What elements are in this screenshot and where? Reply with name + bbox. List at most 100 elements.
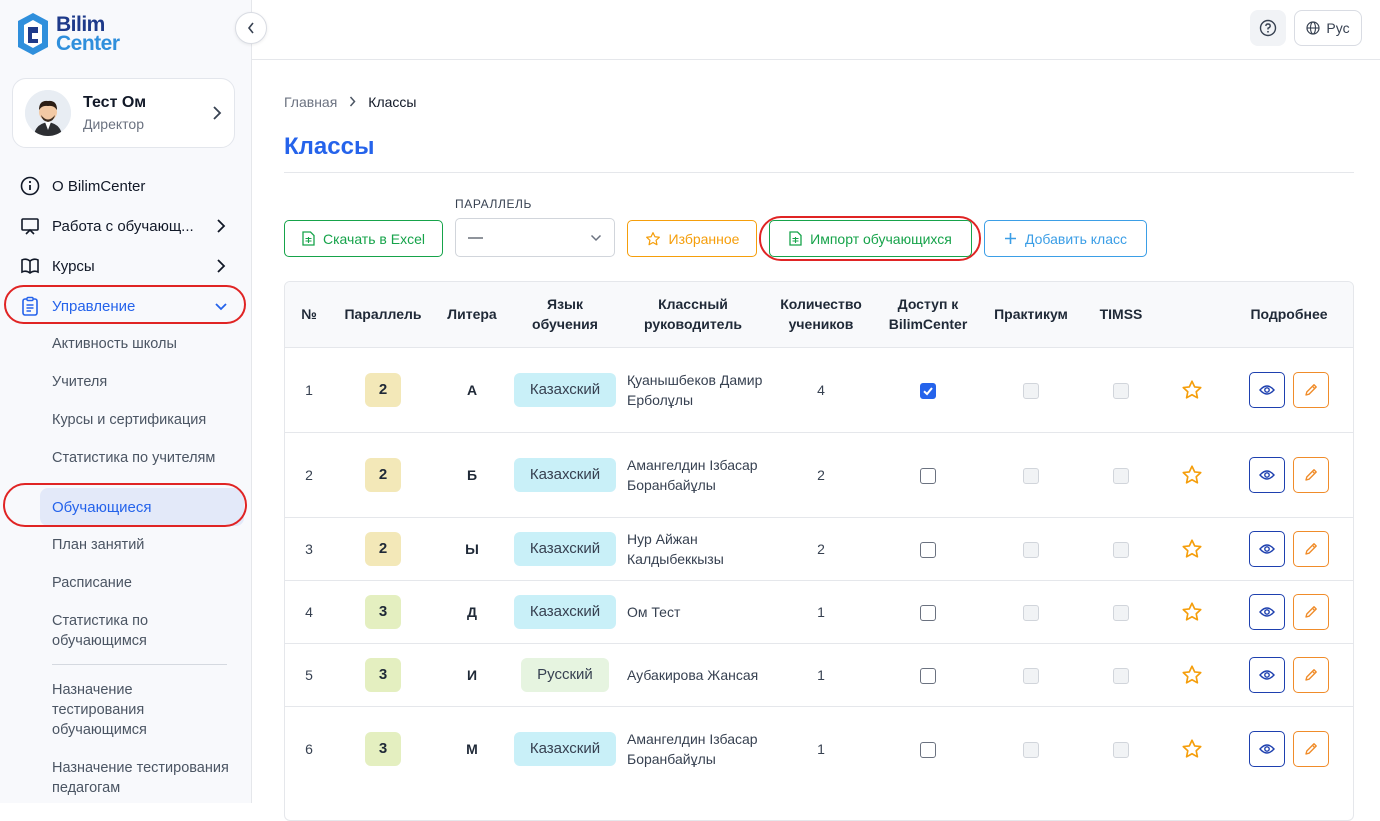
cell-number: 5 [285,642,333,706]
subnav-teacher-stats[interactable]: Статистика по учителям [52,448,215,468]
cell-timss [1081,516,1161,580]
edit-button[interactable] [1293,530,1329,567]
star-icon[interactable] [1181,664,1203,686]
book-icon [20,256,40,276]
subnav-student-stats[interactable]: Статистика по обучающимся [52,611,192,651]
sidebar: Bilim Center Тест Ом Директор О BilimCen… [0,0,252,803]
pencil-icon [1305,742,1317,755]
cell-details [1223,516,1353,580]
table-row: 5 3 И Русский Аубакирова Жансая 1 [285,642,1353,706]
subnav-teachers[interactable]: Учителя [52,372,107,392]
view-button[interactable] [1249,456,1285,493]
cell-timss [1081,705,1161,791]
file-spreadsheet-icon [789,231,802,246]
parallel-filter-label: ПАРАЛЛЕЛЬ [455,197,533,211]
plus-icon [1004,232,1017,245]
profile-card[interactable]: Тест Ом Директор [12,78,235,148]
cell-litera: М [433,705,511,791]
cell-timss [1081,579,1161,643]
help-button[interactable] [1250,10,1286,46]
star-icon[interactable] [1181,464,1203,486]
cell-favorite [1161,579,1223,643]
presentation-icon [20,216,40,236]
timss-checkbox [1113,604,1129,621]
subnav-courses-certification[interactable]: Курсы и сертификация [52,410,206,430]
language-badge: Казахский [513,372,617,407]
access-checkbox[interactable] [920,604,936,621]
breadcrumb-home[interactable]: Главная [284,94,337,110]
edit-button[interactable] [1293,656,1329,693]
edit-button[interactable] [1293,456,1329,493]
nav-item-courses[interactable]: Курсы [0,246,252,286]
table-header-row: № Параллель Литера Язык обучения Классны… [285,282,1353,347]
cell-favorite [1161,346,1223,432]
timss-checkbox [1113,382,1129,399]
edit-button[interactable] [1293,730,1329,767]
logo[interactable]: Bilim Center [14,11,120,57]
nav-item-about[interactable]: О BilimCenter [0,166,252,206]
view-button[interactable] [1249,593,1285,630]
pencil-icon [1305,383,1317,396]
col-header-teacher: Классный руководитель [644,296,742,333]
star-icon[interactable] [1181,738,1203,760]
cell-parallel: 2 [333,516,433,580]
language-badge: Казахский [513,457,617,492]
cell-litera: Ы [433,516,511,580]
nav-item-students-work[interactable]: Работа с обучающ... [0,206,252,246]
edit-button[interactable] [1293,371,1329,408]
timss-checkbox [1113,742,1129,759]
col-header-details: Подробнее [1250,306,1328,323]
language-badge: Казахский [513,731,617,766]
view-button[interactable] [1249,371,1285,408]
cell-practicum [981,579,1081,643]
access-checkbox[interactable] [920,382,936,399]
subnav-schedule[interactable]: Расписание [52,573,132,593]
practicum-checkbox [1023,382,1039,399]
view-button[interactable] [1249,656,1285,693]
cell-teacher: Нур Айжан Калдыбеккызы [619,516,767,580]
star-icon[interactable] [1181,379,1203,401]
table-row: 1 2 А Казахский Қуанышбеков Дамир Ерболұлы 4 [285,346,1353,432]
cell-count: 2 [767,516,875,580]
view-button[interactable] [1249,730,1285,767]
download-excel-button[interactable]: Скачать в Excel [284,220,443,257]
language-switcher[interactable]: Рус [1294,10,1362,46]
access-checkbox[interactable] [920,667,936,684]
clipboard-icon [20,296,40,316]
star-icon[interactable] [1181,601,1203,623]
cell-language: Казахский [511,431,619,517]
cell-practicum [981,346,1081,432]
subnav-school-activity[interactable]: Активность школы [52,334,177,354]
title-divider [284,172,1354,173]
favorites-button[interactable]: Избранное [627,220,757,257]
add-class-button[interactable]: Добавить класс [984,220,1147,257]
cell-details [1223,579,1353,643]
pencil-icon [1305,605,1317,618]
file-spreadsheet-icon [302,231,315,246]
subnav-students[interactable]: Обучающиеся [40,488,244,526]
chevron-left-icon [247,22,254,34]
cell-parallel: 3 [333,705,433,791]
nav-item-management[interactable]: Управление [0,286,252,326]
access-checkbox[interactable] [920,467,936,484]
view-button[interactable] [1249,530,1285,567]
access-checkbox[interactable] [920,742,936,759]
subnav-assign-student-tests[interactable]: Назначение тестирования обучающимся [52,680,172,740]
chevron-down-icon [590,234,602,241]
language-label: Рус [1326,20,1350,36]
eye-icon [1259,669,1275,680]
edit-button[interactable] [1293,593,1329,630]
cell-count: 2 [767,431,875,517]
subnav-lesson-plan[interactable]: План занятий [52,535,144,555]
sidebar-collapse-button[interactable] [235,12,267,44]
eye-icon [1259,543,1275,554]
eye-icon [1259,744,1275,754]
parallel-select[interactable]: — [455,218,615,257]
access-checkbox[interactable] [920,541,936,558]
star-icon[interactable] [1181,538,1203,560]
import-students-button[interactable]: Импорт обучающихся [769,220,972,257]
cell-parallel: 2 [333,346,433,432]
check-icon [923,387,933,396]
subnav-assign-teacher-tests[interactable]: Назначение тестирования педагогам [52,758,232,798]
chevron-right-icon [217,219,226,233]
